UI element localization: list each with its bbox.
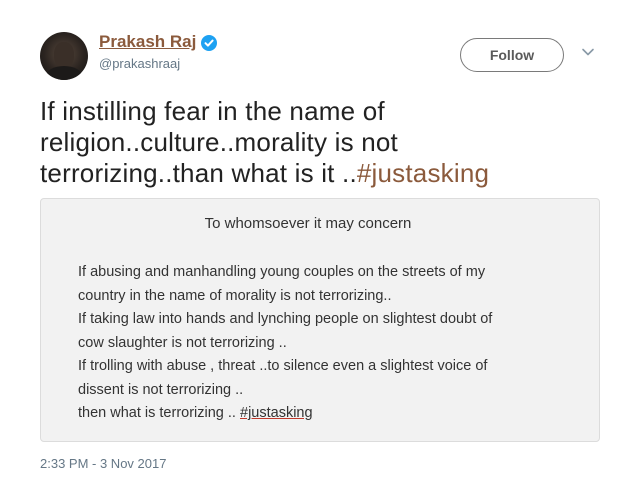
chevron-down-icon[interactable]: [580, 44, 596, 60]
attached-image-card[interactable]: To whomsoever it may concern If abusing …: [40, 198, 600, 442]
author-display-name[interactable]: Prakash Raj: [99, 32, 196, 52]
tweet-timestamp[interactable]: 2:33 PM - 3 Nov 2017: [40, 456, 166, 471]
card-line: dissent is not terrorizing ..: [78, 381, 244, 398]
card-line: If taking law into hands and lynching pe…: [78, 311, 493, 327]
avatar-face: [54, 42, 74, 68]
tweet-line: religion..culture..morality is not: [40, 127, 398, 157]
tweet-text: If instilling fear in the name of religi…: [40, 96, 600, 189]
card-body: If abusing and manhandling young couples…: [78, 261, 578, 426]
follow-button[interactable]: Follow: [460, 38, 564, 72]
tweet-line: If instilling fear in the name of: [40, 96, 385, 126]
author-handle[interactable]: @prakashraaj: [99, 56, 180, 71]
card-line: If abusing and manhandling young couples…: [78, 264, 486, 280]
card-line: If trolling with abuse , threat ..to sil…: [78, 358, 488, 374]
avatar-body: [46, 66, 82, 80]
card-heading: To whomsoever it may concern: [41, 215, 599, 232]
verified-badge-icon: [201, 35, 217, 51]
card-heading-text: To whomsoever it may concern: [204, 215, 412, 232]
avatar[interactable]: [40, 32, 88, 80]
card-hashtag: #justasking: [240, 405, 313, 421]
card-line-text: then what is terrorizing ..: [78, 405, 240, 421]
card-line-last: then what is terrorizing .. #justasking: [78, 402, 578, 426]
follow-button-label: Follow: [489, 47, 535, 63]
card-line: country in the name of morality is not t…: [78, 287, 392, 304]
card-line: cow slaughter is not terrorizing ..: [78, 334, 287, 351]
hashtag-link[interactable]: #justasking: [357, 158, 489, 188]
tweet-line: terrorizing..than what is it ..#justaski…: [40, 158, 600, 189]
tweet-line-text: terrorizing..than what is it ..: [40, 158, 357, 188]
